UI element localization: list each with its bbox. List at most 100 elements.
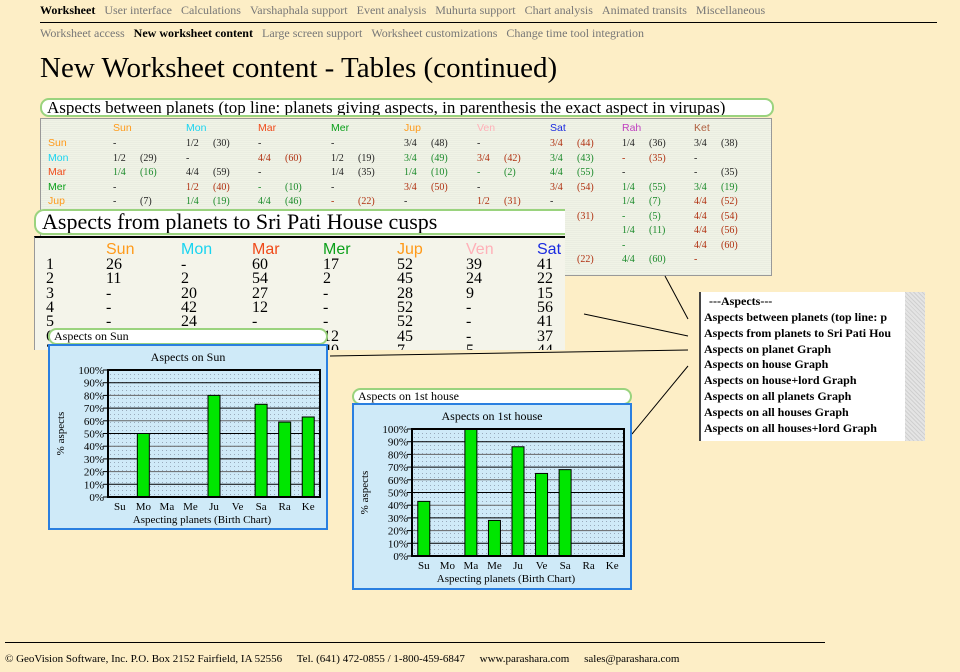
aspect-value: 60 [252,256,268,273]
column-header: Sat [550,122,566,134]
aspect-fraction: 1/4 [622,181,635,193]
y-tick-label: 40% [388,500,408,512]
aspect-virupas: (10) [431,167,448,178]
nav-tab-user-interface[interactable]: User interface [104,3,172,17]
subnav-tab-change-time-tool-integration[interactable]: Change time tool integration [506,26,644,40]
x-tick-label: Ra [583,560,595,572]
aspect-virupas: (35) [649,152,666,164]
table-row: 1 26 - 60 17 52 39 41 [35,256,565,273]
aspect-virupas: (11) [649,225,666,236]
y-tick-label: 90% [388,437,408,449]
aspect-fraction: - [258,167,262,178]
y-tick-label: 50% [84,429,104,441]
table-row: Mer - 1/2 (40) - (10) - 3/4 (50) - 3/4 (54) 1/4 (55) 3… [41,181,771,194]
y-tick-label: 80% [388,449,408,461]
aspect-value: 52 [397,298,413,316]
aspect-value: 17 [323,256,339,273]
x-tick-label: Ke [302,501,315,513]
aspect-virupas: (60) [285,152,302,164]
aspect-fraction: 1/4 [404,167,417,178]
aspect-fraction: - [550,196,554,207]
aspect-fraction: - [622,152,626,164]
row-header: Jup [48,195,65,207]
nav-tab-worksheet[interactable]: Worksheet [40,3,95,17]
subnav-tab-worksheet-access[interactable]: Worksheet access [40,26,125,40]
aspect-value: - [106,298,112,316]
nav-tab-calculations[interactable]: Calculations [181,3,241,17]
aspect-fraction: 3/4 [404,138,417,149]
x-tick-label: Me [487,560,502,572]
aspect-value: 42 [181,298,197,316]
footer-website[interactable]: www.parashara.com [480,653,570,665]
aspect-fraction: - [186,152,190,164]
y-tick-label: 10% [388,538,408,550]
menu-item[interactable]: Aspects on all houses Graph [704,405,849,419]
nav-tab-animated-transits[interactable]: Animated transits [602,3,687,17]
aspect-value: 41 [537,256,553,273]
aspect-virupas: (19) [721,181,738,193]
aspect-fraction: - [622,239,626,251]
menu-scrollbar[interactable] [905,292,925,441]
aspect-fraction: 4/4 [694,196,707,207]
nav-tab-chart-analysis[interactable]: Chart analysis [525,3,593,17]
footer-divider [5,642,825,643]
nav-tab-miscellaneous[interactable]: Miscellaneous [696,3,765,17]
aspect-virupas: (60) [721,239,738,251]
column-header: Sun [113,122,132,134]
aspect-fraction: 3/4 [404,181,417,193]
column-header: Mar [258,122,277,134]
aspect-fraction: 3/4 [404,152,417,164]
menu-item[interactable]: Aspects between planets (top line: p [704,310,887,324]
aspect-value: 37 [537,327,553,345]
aspect-value: 41 [537,313,553,331]
y-tick-label: 50% [388,488,408,500]
menu-item[interactable]: Aspects on house+lord Graph [704,373,857,387]
aspect-value: 45 [397,327,413,345]
aspect-value: 5 [466,342,474,350]
aspect-fraction: - [477,138,481,149]
menu-item[interactable]: Aspects from planets to Sri Pati Hou [704,326,891,340]
aspect-virupas: (7) [140,196,152,207]
y-tick-label: 10% [84,479,104,491]
aspect-fraction: 1/4 [113,167,126,178]
aspect-fraction: 1/2 [186,181,199,193]
aspect-value: 27 [252,284,268,302]
y-tick-label: 60% [388,475,408,487]
menu-item[interactable]: Aspects on all houses+lord Graph [704,421,877,435]
table-row: Mon 1/2 (29) - 4/4 (60) 1/2 (19) 3/4 (49) 3/4 (42) 3… [41,152,771,165]
menu-item[interactable]: Aspects on planet Graph [704,342,831,356]
row-header: Mer [48,180,67,193]
column-header: Mer [331,122,350,134]
aspect-virupas: (30) [213,138,230,149]
footer-email[interactable]: sales@parashara.com [584,653,679,665]
x-tick-label: Su [418,560,430,572]
nav-tab-event-analysis[interactable]: Event analysis [357,3,427,17]
aspect-value: 12 [252,298,268,316]
aspect-virupas: (35) [721,167,738,178]
row-header: Sun [48,137,67,149]
bar-ma [464,428,478,557]
table-header-row: Sun Mon Mar Mer Jup Ven Sat Rah Ket [41,122,771,135]
bar-ve [535,472,549,557]
menu-item[interactable]: Aspects on all planets Graph [704,389,851,403]
aspect-virupas: (44) [577,138,594,149]
secondary-nav: Worksheet access New worksheet content Lar… [40,26,653,41]
column-header: Ven [477,122,496,134]
x-tick-label: Sa [256,501,267,513]
x-axis-label: Aspecting planets (Birth Chart) [437,573,576,585]
subnav-tab-worksheet-customizations[interactable]: Worksheet customizations [371,26,497,40]
aspect-fraction: 1/4 [331,167,344,178]
subnav-tab-large-screen-support[interactable]: Large screen support [262,26,362,40]
nav-tab-varshaphala-support[interactable]: Varshaphala support [250,3,348,17]
aspect-fraction: - [694,152,698,164]
table-row: Jup - (7) 1/4 (19) 4/4 (46) - (22) - 1/2 (31) - 1/4 (7… [41,195,771,208]
subnav-tab-new-worksheet-content[interactable]: New worksheet content [134,26,253,40]
connector-line [583,313,689,337]
aspect-virupas: (7) [649,196,661,207]
menu-item[interactable]: Aspects on house Graph [704,357,828,371]
aspect-value: - [323,298,329,316]
aspects-menu[interactable]: ---Aspects--- Aspects between planets (to… [699,292,925,441]
y-tick-label: 70% [84,403,104,415]
aspect-fraction: - [694,167,698,178]
nav-tab-muhurta-support[interactable]: Muhurta support [435,3,515,17]
